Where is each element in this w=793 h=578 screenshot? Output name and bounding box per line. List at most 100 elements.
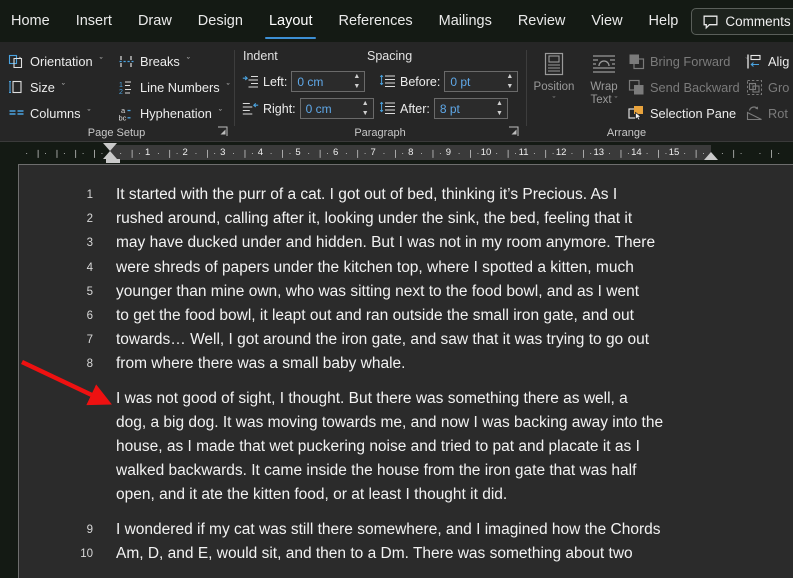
wrap-text-label-line2: Text	[590, 94, 612, 106]
spacing-section-label: Spacing	[367, 49, 413, 63]
stepper-arrows-icon[interactable]: ▲ ▼	[506, 73, 515, 90]
hanging-indent-marker[interactable]	[103, 151, 117, 159]
orientation-button[interactable]: Orientation ˇ	[8, 50, 103, 72]
tab-mailings[interactable]: Mailings	[437, 7, 494, 35]
document-page[interactable]: 1 It started with the purr of a cat. I go…	[18, 164, 793, 578]
group-button[interactable]: Gro	[746, 76, 789, 98]
document-line[interactable]: 9 I wondered if my cat was still there so…	[19, 518, 793, 542]
spacing-after-label: After:	[400, 101, 430, 116]
ruler-tick: ·	[495, 149, 499, 158]
line-text: may have ducked under and hidden. But I …	[116, 234, 656, 252]
hyphenation-button[interactable]: a bc Hyphenation ˇ	[118, 102, 222, 124]
columns-label: Columns	[30, 105, 81, 121]
document-paragraph[interactable]: 9 I wondered if my cat was still there so…	[19, 518, 793, 566]
document-line[interactable]: 10 Am, D, and E, would sit, and then to a…	[19, 542, 793, 566]
document-line[interactable]: 7 towards… Well, I got around the iron ga…	[19, 328, 793, 352]
ruler-tick: ·	[44, 149, 47, 158]
selection-pane-button[interactable]: Selection Pane	[628, 102, 736, 124]
document-line[interactable]: 4 were shreds of papers under the kitchen…	[19, 256, 793, 280]
group-divider	[526, 50, 527, 126]
first-line-indent-marker[interactable]	[103, 143, 117, 151]
tab-layout[interactable]: Layout	[264, 7, 317, 39]
ruler-tick: ❘	[354, 149, 362, 158]
document-line[interactable]: 5 younger than mine own, who was sitting …	[19, 280, 793, 304]
document-line[interactable]: dog, a big dog. It was moving towards me…	[19, 411, 793, 435]
breaks-button[interactable]: Breaks ˇ	[118, 50, 190, 72]
document-line[interactable]: 3 may have ducked under and hidden. But I…	[19, 231, 793, 255]
spacing-before-field[interactable]: Before: 0 pt ▲ ▼	[379, 71, 519, 92]
indent-left-value: 0 cm	[297, 74, 324, 89]
ruler-number: 2	[182, 147, 188, 158]
tab-home[interactable]: Home	[9, 7, 52, 35]
comments-button[interactable]: Comments	[691, 7, 793, 35]
line-numbers-button[interactable]: 12 Line Numbers ˇ	[118, 76, 230, 98]
send-backward-button[interactable]: Send Backward ˇ	[628, 76, 754, 98]
indent-right-field[interactable]: Right: 0 cm ▲ ▼	[242, 98, 374, 119]
document-body[interactable]: 1 It started with the purr of a cat. I go…	[19, 183, 793, 566]
tab-insert[interactable]: Insert	[74, 7, 114, 35]
align-button[interactable]: Alig	[746, 50, 789, 72]
line-text: rushed around, calling after it, looking…	[116, 210, 633, 228]
document-line[interactable]: 6 to get the food bowl, it leapt out and …	[19, 304, 793, 328]
spacing-before-stepper[interactable]: 0 pt ▲ ▼	[444, 71, 519, 92]
page-setup-dialog-launcher-icon[interactable]	[216, 125, 229, 138]
paragraph-dialog-launcher-icon[interactable]	[507, 125, 520, 138]
tab-draw[interactable]: Draw	[136, 7, 174, 35]
tab-design[interactable]: Design	[196, 7, 245, 35]
ruler-number: 3	[220, 147, 226, 158]
tab-review[interactable]: Review	[516, 7, 568, 35]
document-line[interactable]: 8 from where there was a small baby whale…	[19, 352, 793, 376]
size-button[interactable]: Size ˇ	[8, 76, 65, 98]
ruler-tick: ·	[119, 149, 123, 158]
line-number: 10	[80, 547, 93, 560]
selection-pane-label: Selection Pane	[650, 105, 737, 121]
indent-right-icon	[242, 100, 259, 117]
right-indent-marker[interactable]	[704, 152, 718, 160]
chevron-down-icon: ˇ	[552, 95, 556, 105]
stepper-arrows-icon[interactable]: ▲ ▼	[496, 100, 505, 117]
ruler-tick: ❘	[692, 149, 700, 158]
spacing-after-field[interactable]: After: 8 pt ▲ ▼	[379, 98, 508, 119]
ruler-tick: ❘	[655, 149, 662, 158]
position-button[interactable]: Position ˇ	[530, 47, 578, 121]
rotate-icon	[746, 105, 763, 122]
ruler-tick: ·	[157, 149, 160, 158]
rotate-button[interactable]: Rot	[746, 102, 788, 124]
document-line[interactable]: open, and it ate the kitten food, or at …	[19, 483, 793, 507]
document-line[interactable]: house, as I made that wet puckering nois…	[19, 435, 793, 459]
document-paragraph[interactable]: 1 It started with the purr of a cat. I go…	[19, 183, 793, 377]
document-paragraph[interactable]: I was not good of sight, I thought. But …	[19, 387, 793, 508]
document-line[interactable]: 1 It started with the purr of a cat. I go…	[19, 183, 793, 207]
columns-button[interactable]: Columns ˇ	[8, 102, 91, 124]
ruler-tick: ·	[439, 149, 442, 158]
indent-left-field[interactable]: Left: 0 cm ▲ ▼	[242, 71, 366, 92]
spacing-after-stepper[interactable]: 8 pt ▲ ▼	[433, 98, 508, 119]
tab-view[interactable]: View	[589, 7, 624, 35]
bring-forward-button[interactable]: Bring Forward ˇ	[628, 50, 748, 72]
ruler-tick: ❘	[279, 149, 286, 158]
position-label: Position	[533, 81, 575, 93]
indent-left-label: Left:	[263, 74, 288, 89]
document-line[interactable]: walked backwards. It came inside the hou…	[19, 459, 793, 483]
indent-right-stepper[interactable]: 0 cm ▲ ▼	[299, 98, 374, 119]
horizontal-ruler[interactable]: · · ❘ · · ❘ · · ❘ · · ❘ · · ❘ · · ❘ · · ❘ · · ❘ · · ❘ · · ❘ · · ❘ · · ❘ · · ❘ ·…	[0, 142, 793, 165]
align-icon	[746, 53, 763, 70]
tab-help[interactable]: Help	[647, 7, 681, 35]
document-canvas: 1 It started with the purr of a cat. I go…	[0, 163, 793, 578]
ruler-tick: ·	[758, 149, 762, 158]
document-line[interactable]: I was not good of sight, I thought. But …	[19, 387, 793, 411]
ruler-tick: ❘	[166, 149, 174, 158]
align-label: Alig	[768, 53, 790, 69]
arrange-group-label: Arrange	[606, 127, 647, 139]
ruler-number: 5	[295, 147, 301, 158]
line-number: 4	[86, 261, 93, 274]
wrap-text-button[interactable]: Wrap Text ˇ	[580, 47, 628, 121]
tab-references[interactable]: References	[336, 7, 414, 35]
ruler-tick: ❘	[53, 149, 61, 158]
stepper-arrows-icon[interactable]: ▲ ▼	[353, 73, 362, 90]
indent-left-stepper[interactable]: 0 cm ▲ ▼	[291, 71, 366, 92]
stepper-arrows-icon[interactable]: ▲ ▼	[362, 100, 371, 117]
tab-label: Home	[11, 13, 50, 29]
spacing-before-value: 0 pt	[450, 74, 471, 89]
document-line[interactable]: 2 rushed around, calling after it, lookin…	[19, 207, 793, 231]
